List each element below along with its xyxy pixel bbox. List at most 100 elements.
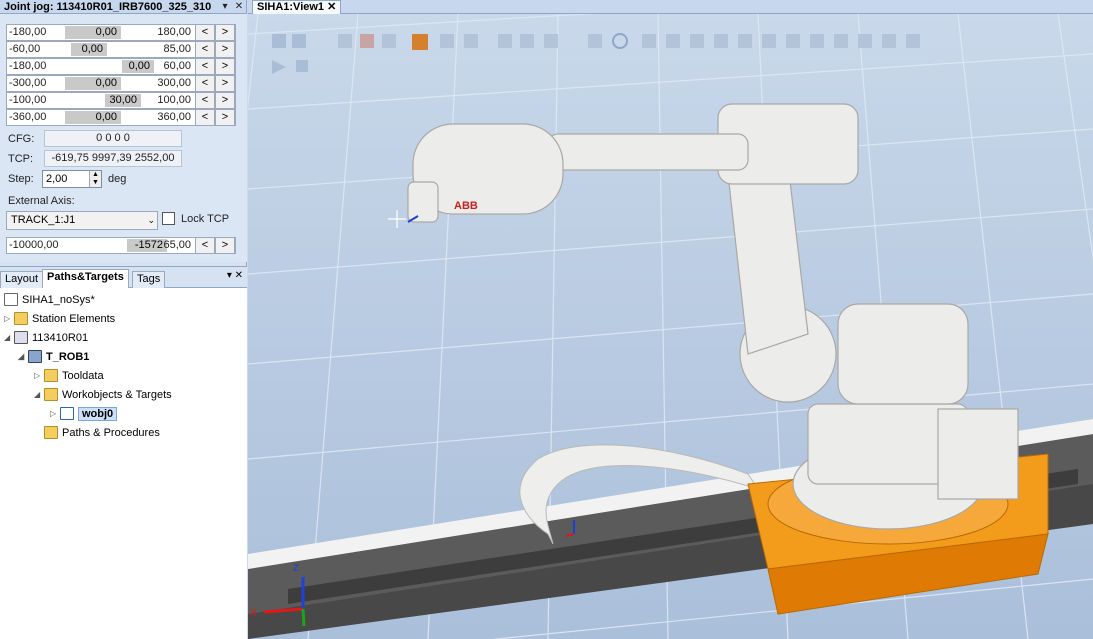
joint-max: 300,00 [157, 77, 191, 89]
tree-node-workobjects-targets[interactable]: ◢ Workobjects & Targets [34, 386, 172, 403]
frame-icon[interactable] [544, 34, 558, 48]
track-min: -10000,00 [9, 239, 59, 251]
jog-decrease-button[interactable]: < [195, 24, 215, 41]
collapse-icon[interactable]: ◢ [34, 390, 44, 399]
target-icon[interactable] [498, 34, 512, 48]
jog-decrease-button[interactable]: < [195, 41, 215, 58]
joint-value[interactable]: 0,00 [65, 26, 121, 39]
tree-node-wobj0[interactable]: ▷ wobj0 [50, 405, 118, 422]
group-icon[interactable] [440, 34, 454, 48]
snap-midpoint-icon[interactable] [642, 34, 656, 48]
lock-tcp-checkbox[interactable] [162, 212, 175, 225]
jog-decrease-button[interactable]: < [195, 109, 215, 126]
expand-icon[interactable]: ▷ [34, 371, 44, 380]
snap-icon[interactable] [292, 34, 306, 48]
collapse-icon[interactable]: ◢ [4, 333, 14, 342]
step-unit: deg [108, 173, 127, 185]
joint-value[interactable]: 0,00 [65, 77, 121, 90]
jog-increase-button[interactable]: > [215, 24, 235, 41]
collapse-icon[interactable]: ◢ [18, 352, 28, 361]
dropdown-close-icon[interactable]: ▾ ✕ [227, 270, 243, 281]
track-value[interactable]: -1572 [127, 239, 167, 252]
joint-row[interactable]: -180,00 0,00 60,00 < > [6, 58, 236, 75]
tree-node-controller[interactable]: ◢ 113410R01 [4, 329, 88, 346]
jog-increase-button[interactable]: > [215, 109, 235, 126]
part-icon[interactable] [412, 34, 428, 50]
joint-value[interactable]: 0,00 [65, 111, 121, 124]
surface-icon[interactable] [360, 34, 374, 48]
pick-icon[interactable] [338, 34, 352, 48]
joint-row[interactable]: -300,00 0,00 300,00 < > [6, 75, 236, 92]
stop-icon[interactable] [296, 60, 308, 72]
tab-layout[interactable]: Layout [0, 271, 44, 288]
tree-node-station[interactable]: SIHA1_noSys* [4, 291, 95, 308]
snap-grid-icon[interactable] [714, 34, 728, 48]
jog-decrease-button[interactable]: < [195, 75, 215, 92]
measure-distance-icon[interactable] [810, 34, 824, 48]
dropdown-icon[interactable]: ▾ [218, 1, 232, 13]
tree-node-paths-procedures[interactable]: ▷ Paths & Procedures [34, 424, 160, 441]
joint-row[interactable]: -360,00 0,00 360,00 < > [6, 109, 236, 126]
external-axis-select[interactable]: TRACK_1:J1 ⌄ [6, 211, 158, 230]
jog-increase-button[interactable]: > [215, 237, 235, 254]
close-icon[interactable]: ✕ [232, 1, 246, 13]
joint-jog-header: Joint jog: 113410R01_IRB7600_325_310 ▾ ✕ [0, 0, 246, 14]
measure-min-distance-icon[interactable] [882, 34, 896, 48]
jog-increase-button[interactable]: > [215, 92, 235, 109]
z-axis-label: Z [293, 563, 299, 574]
track-row[interactable]: -10000,00 -1572 65,00 < > [6, 237, 236, 254]
tree-node-tooldata[interactable]: ▷ Tooldata [34, 367, 104, 384]
joint-max: 180,00 [157, 26, 191, 38]
tree-label: Tooldata [62, 369, 104, 382]
joint-value[interactable]: 0,00 [71, 43, 107, 56]
joint-value[interactable]: 30,00 [105, 94, 141, 107]
mechanism-icon[interactable] [464, 34, 478, 48]
snap-pose-icon[interactable] [762, 34, 776, 48]
joint-row[interactable]: -100,00 30,00 100,00 < > [6, 92, 236, 109]
tab-tags[interactable]: Tags [132, 271, 166, 288]
joint-min: -300,00 [9, 77, 47, 89]
tree-label: Workobjects & Targets [62, 388, 172, 401]
expand-icon[interactable]: ▷ [50, 409, 60, 418]
measure-diameter-icon[interactable] [858, 34, 872, 48]
measure-point-icon[interactable] [786, 34, 800, 48]
jog-increase-button[interactable]: > [215, 75, 235, 92]
joint-max: 85,00 [163, 43, 191, 55]
tree-node-task[interactable]: ◢ T_ROB1 [18, 348, 89, 365]
curve-icon[interactable] [382, 34, 396, 48]
tree-label: Paths & Procedures [62, 426, 160, 439]
measure-settings-icon[interactable] [906, 34, 920, 48]
scene-canvas[interactable]: ABB Z X [248, 14, 1093, 639]
tree-label: Station Elements [32, 312, 116, 325]
measure-angle-icon[interactable] [834, 34, 848, 48]
joint-row[interactable]: -180,00 0,00 180,00 < > [6, 24, 236, 41]
cfg-label: CFG: [8, 133, 35, 145]
3d-viewport[interactable]: SIHA1:View1 ✕ ABB Z X [248, 0, 1093, 639]
expand-icon[interactable]: ▷ [4, 314, 14, 323]
tab-paths-targets[interactable]: Paths&Targets [42, 269, 129, 288]
jog-decrease-button[interactable]: < [195, 237, 215, 254]
path-icon[interactable] [520, 34, 534, 48]
tcp-label: TCP: [8, 153, 34, 165]
robot-flange [407, 181, 439, 223]
jog-increase-button[interactable]: > [215, 41, 235, 58]
paths-targets-browser: Layout Paths&Targets Tags ▾ ✕ SIHA1_noSy… [0, 266, 247, 639]
tree-node-station-elements[interactable]: ▷ Station Elements [4, 310, 115, 327]
snap-edge-icon[interactable] [666, 34, 680, 48]
step-input[interactable]: 2,00 ▲ ▼ [42, 170, 102, 188]
jog-decrease-button[interactable]: < [195, 58, 215, 75]
snap-end-icon[interactable] [690, 34, 704, 48]
jog-decrease-button[interactable]: < [195, 92, 215, 109]
viewport-tab[interactable]: SIHA1:View1 ✕ [252, 0, 342, 14]
folder-icon [44, 388, 58, 401]
robot-counterweight [937, 408, 1019, 500]
joint-value[interactable]: 0,00 [122, 60, 154, 73]
tree-label: T_ROB1 [46, 350, 90, 363]
joint-row[interactable]: -60,00 0,00 85,00 < > [6, 41, 236, 58]
spin-arrows-icon[interactable]: ▲ ▼ [89, 171, 101, 187]
select-icon[interactable] [272, 34, 286, 48]
abb-logo: ABB [454, 200, 478, 212]
snap-object-icon[interactable] [588, 34, 602, 48]
snap-local-icon[interactable] [738, 34, 752, 48]
jog-increase-button[interactable]: > [215, 58, 235, 75]
